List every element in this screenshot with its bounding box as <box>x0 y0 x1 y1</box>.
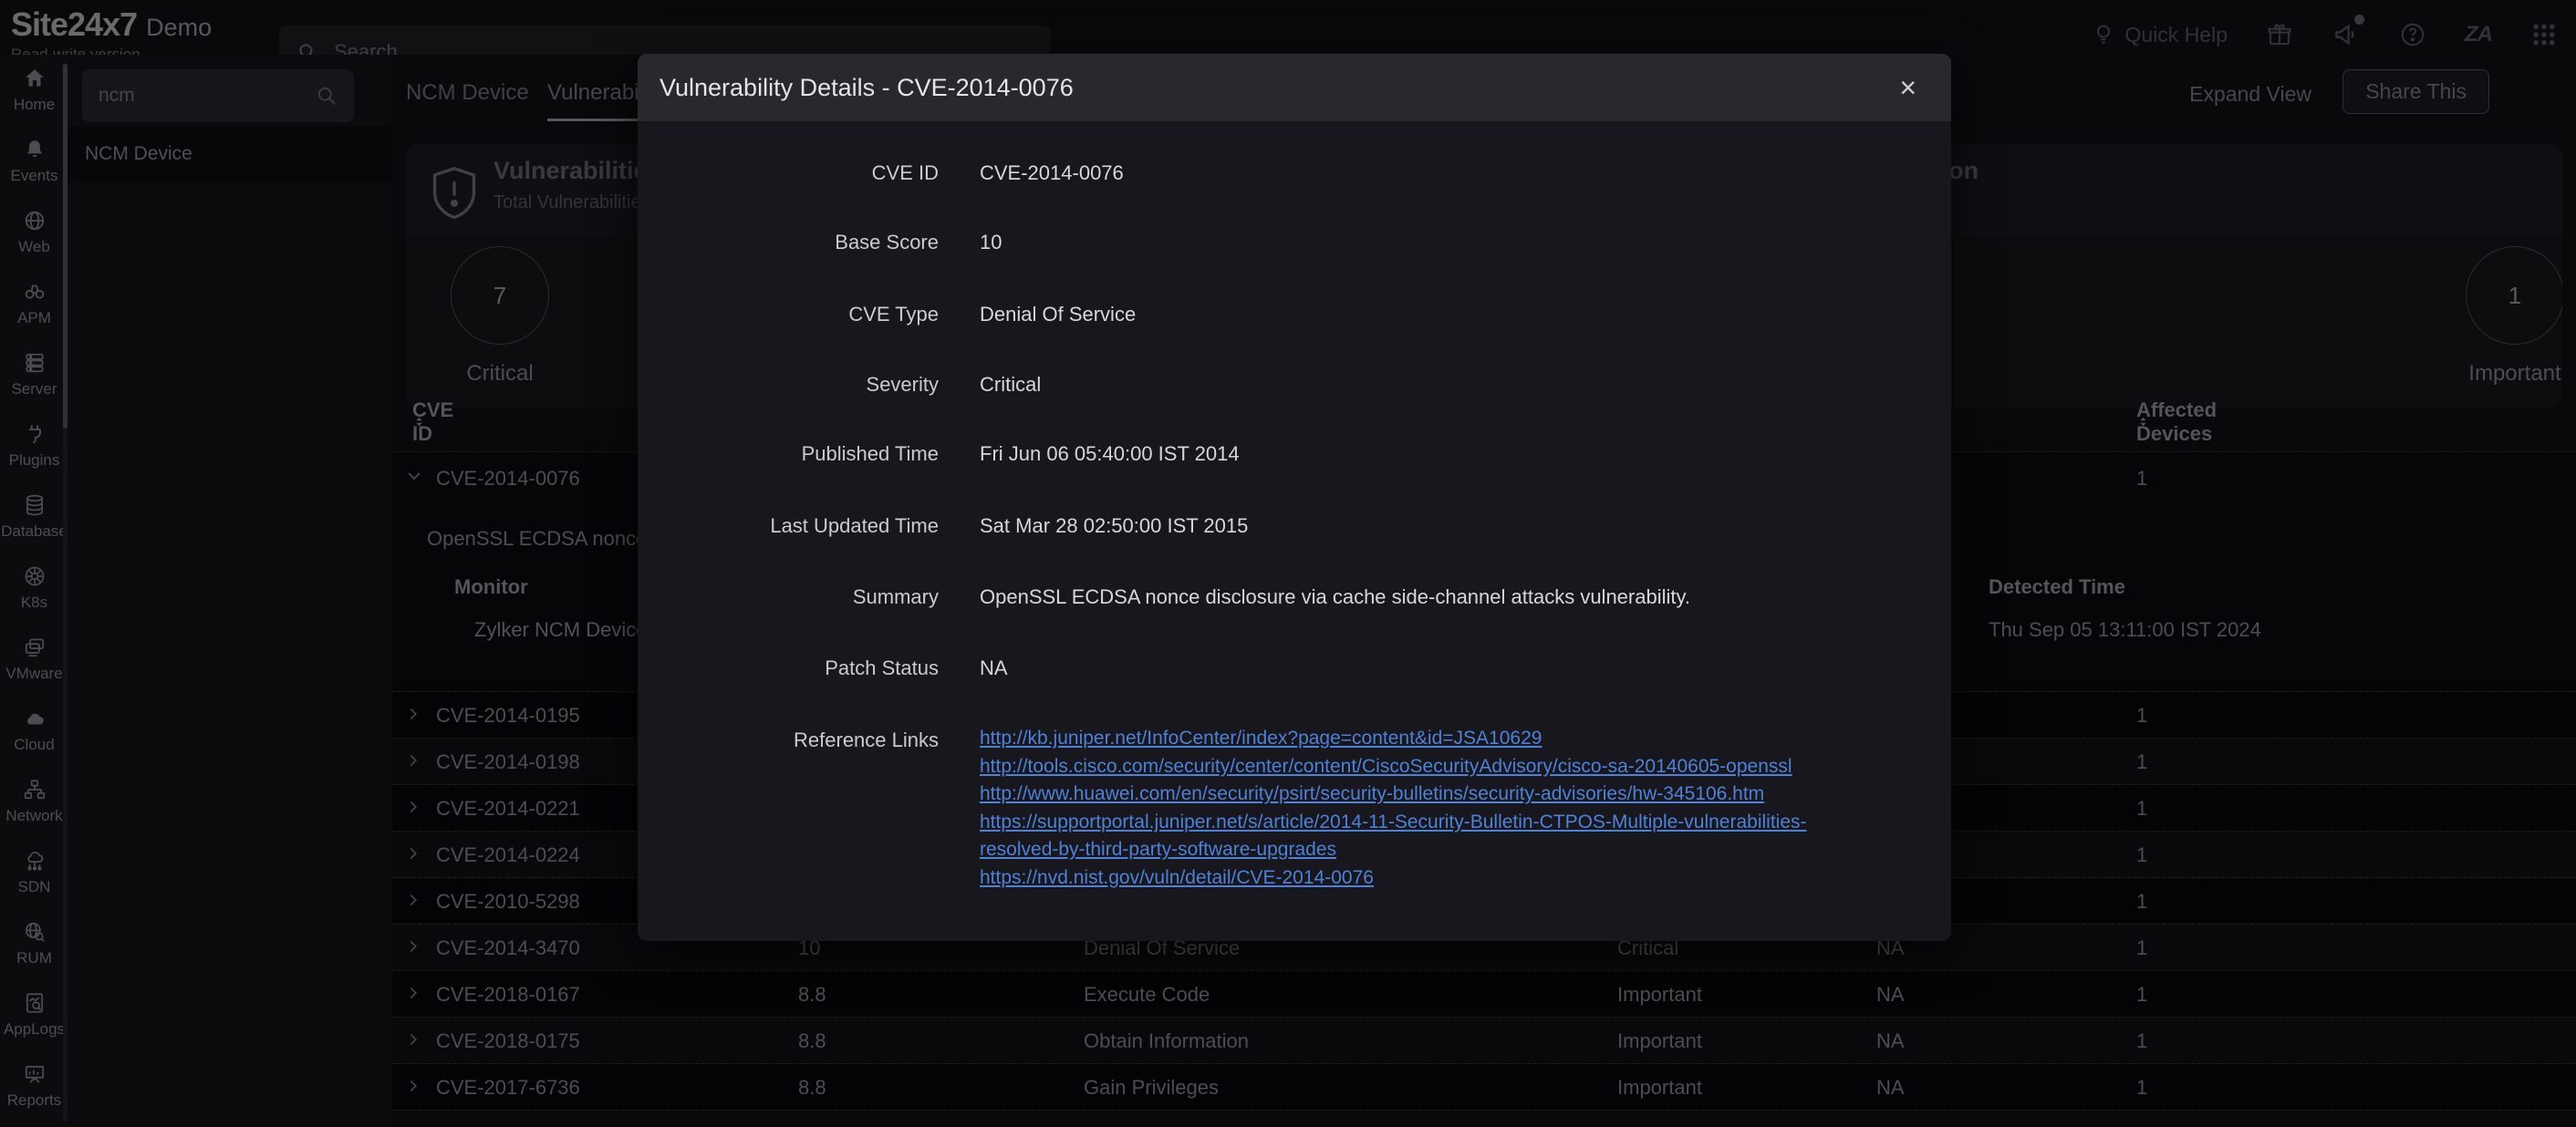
modal-header: Vulnerability Details - CVE-2014-0076 × <box>638 54 1951 121</box>
field-severity: SeverityCritical <box>638 373 1915 397</box>
field-patch-status: Patch StatusNA <box>638 657 1915 680</box>
reference-link[interactable]: https://supportportal.juniper.net/s/arti… <box>980 809 1855 864</box>
app-root: Site24x7Demo Read-write version Quick He… <box>0 0 2576 1127</box>
reference-links-list: http://kb.juniper.net/InfoCenter/index?p… <box>980 725 1855 892</box>
reference-link[interactable]: https://nvd.nist.gov/vuln/detail/CVE-201… <box>980 864 1855 893</box>
field-base-score: Base Score10 <box>638 231 1915 254</box>
close-icon[interactable]: × <box>1899 73 1916 102</box>
modal-title: Vulnerability Details - CVE-2014-0076 <box>660 74 1074 102</box>
field-cve-id: CVE IDCVE-2014-0076 <box>638 161 1915 185</box>
reference-link[interactable]: http://tools.cisco.com/security/center/c… <box>980 753 1855 781</box>
field-cve-type: CVE TypeDenial Of Service <box>638 303 1915 326</box>
field-summary: SummaryOpenSSL ECDSA nonce disclosure vi… <box>638 585 1915 609</box>
field-last-updated-time: Last Updated TimeSat Mar 28 02:50:00 IST… <box>638 514 1915 538</box>
reference-link[interactable]: http://www.huawei.com/en/security/psirt/… <box>980 781 1855 809</box>
reference-link[interactable]: http://kb.juniper.net/InfoCenter/index?p… <box>980 725 1855 753</box>
vulnerability-details-modal: Vulnerability Details - CVE-2014-0076 × … <box>638 54 1951 941</box>
field-published-time: Published TimeFri Jun 06 05:40:00 IST 20… <box>638 442 1915 466</box>
